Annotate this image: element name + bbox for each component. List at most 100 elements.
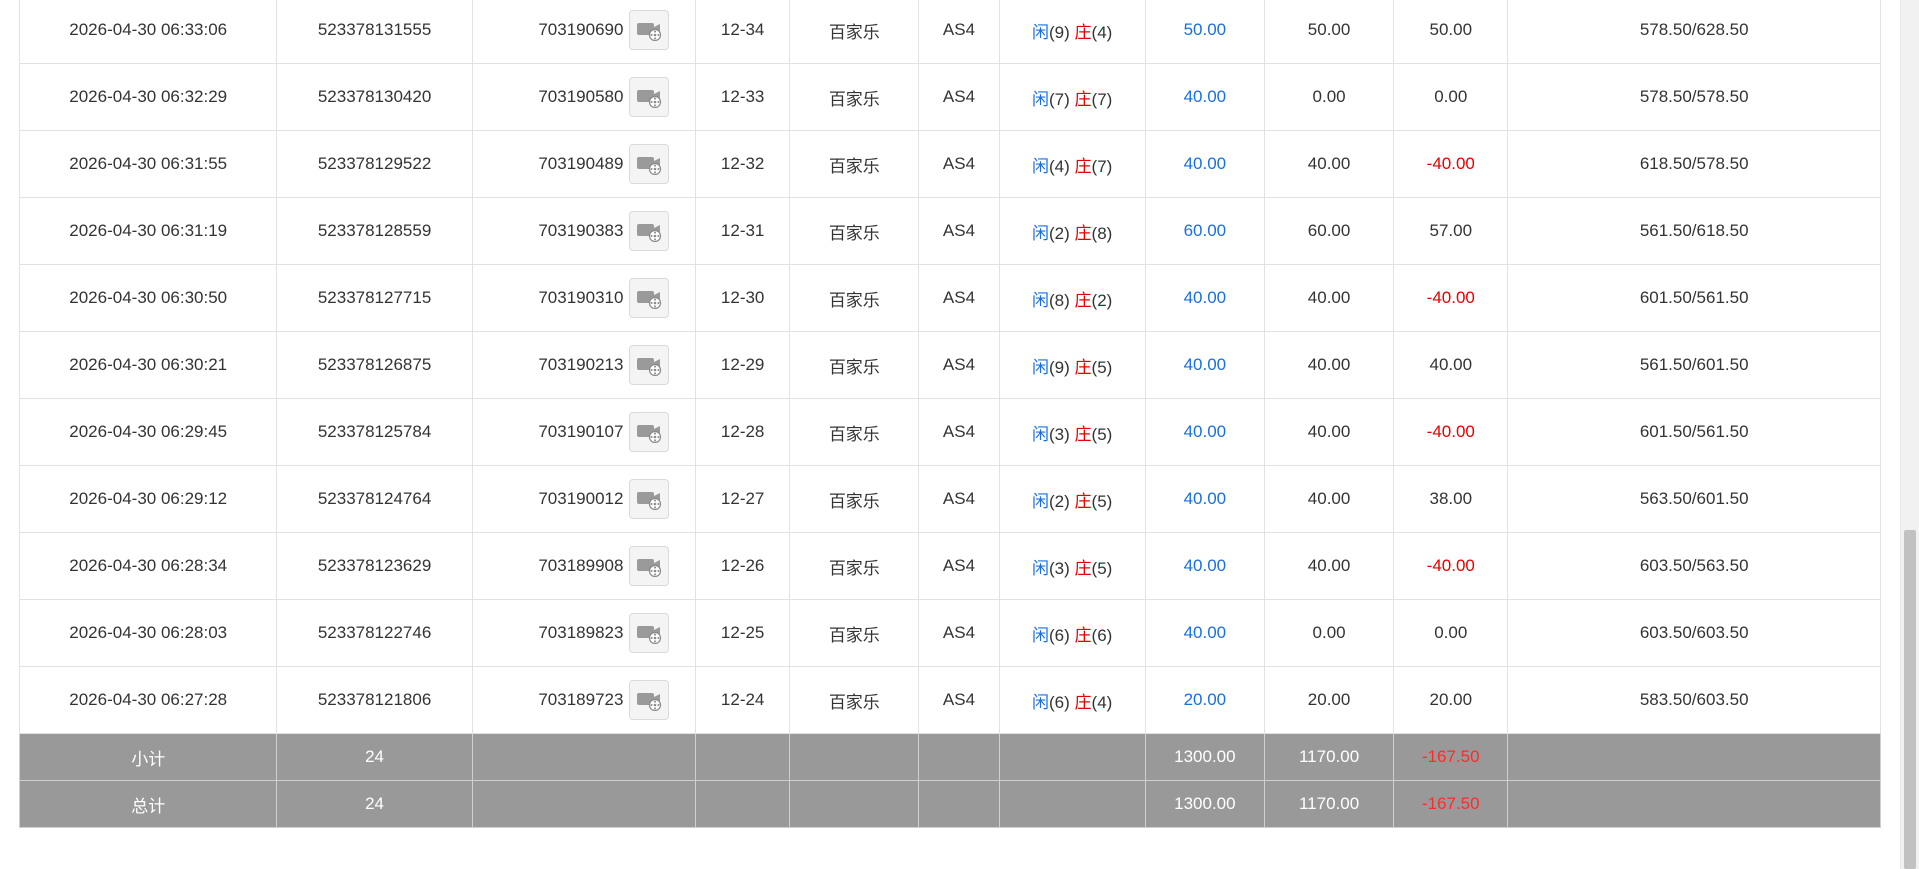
video-replay-icon[interactable] [629, 10, 670, 50]
bet-time: 2026-04-30 06:31:19 [18, 197, 278, 265]
win-loss: 40.00 [1393, 331, 1509, 399]
video-replay-icon-svg [637, 224, 662, 242]
bet-time: 2026-04-30 06:33:06 [18, 0, 278, 64]
subtotal-label: 小计 [18, 733, 278, 781]
banker-point: (5) [1091, 491, 1113, 511]
shoe-round: 12-34 [695, 0, 791, 64]
banker-label: 庄 [1074, 156, 1092, 176]
video-replay-icon[interactable] [629, 680, 670, 720]
banker-label: 庄 [1074, 424, 1092, 444]
video-replay-icon[interactable] [629, 345, 670, 385]
bet-amount: 40.00 [1144, 331, 1265, 399]
win-loss: -40.00 [1393, 264, 1509, 332]
valid-bet: 20.00 [1263, 666, 1395, 734]
subtotal-winloss: -167.50 [1393, 733, 1509, 781]
game-result: 闲(2) 庄(5) [998, 465, 1146, 533]
table-body: 2026-04-30 06:33:06 523378131555 703190690… [18, 0, 1881, 734]
player-label: 闲 [1032, 89, 1050, 109]
player-label: 闲 [1032, 424, 1050, 444]
subtotal-count: 24 [276, 733, 473, 781]
win-loss: -40.00 [1393, 398, 1509, 466]
game-name: 百家乐 [789, 599, 920, 667]
bet-amount: 60.00 [1144, 197, 1265, 265]
video-replay-icon-svg [637, 23, 662, 41]
game-name: 百家乐 [789, 465, 920, 533]
player-point: (2) [1049, 223, 1070, 243]
player-label: 闲 [1032, 290, 1050, 310]
round-number: 703190489 [538, 154, 624, 173]
valid-bet: 40.00 [1263, 465, 1395, 533]
total-winloss: -167.50 [1393, 780, 1509, 828]
bet-time: 2026-04-30 06:28:03 [18, 599, 278, 667]
game-name: 百家乐 [789, 63, 920, 131]
round-cell: 703190580 [471, 63, 697, 131]
scrollbar-thumb[interactable] [1904, 530, 1916, 869]
video-replay-icon[interactable] [629, 613, 670, 653]
player-point: (2) [1049, 491, 1070, 511]
win-loss: 0.00 [1393, 599, 1509, 667]
vertical-scrollbar[interactable] [1900, 0, 1919, 869]
game-name: 百家乐 [789, 666, 920, 734]
balance-change: 578.50/578.50 [1507, 63, 1881, 131]
round-cell: 703189823 [471, 599, 697, 667]
player-label: 闲 [1032, 491, 1050, 511]
valid-bet: 60.00 [1263, 197, 1395, 265]
bet-number: 523378123629 [276, 532, 473, 600]
player-point: (6) [1049, 692, 1070, 712]
video-replay-icon[interactable] [629, 412, 670, 452]
table-row: 2026-04-30 06:33:06 523378131555 703190690… [18, 0, 1881, 64]
table-code: AS4 [918, 331, 1000, 399]
shoe-round: 12-31 [695, 197, 791, 265]
valid-bet: 0.00 [1263, 63, 1395, 131]
shoe-round: 12-25 [695, 599, 791, 667]
game-name: 百家乐 [789, 264, 920, 332]
win-loss: -40.00 [1393, 532, 1509, 600]
table-row: 2026-04-30 06:28:03 523378122746 703189823… [18, 599, 1881, 667]
subtotal-valid: 1170.00 [1263, 733, 1395, 781]
player-label: 闲 [1032, 223, 1050, 243]
total-row: 总计 24 1300.00 1170.00 -167.50 [18, 780, 1881, 828]
shoe-round: 12-26 [695, 532, 791, 600]
video-replay-icon[interactable] [629, 278, 670, 318]
bet-number: 523378129522 [276, 130, 473, 198]
balance-change: 601.50/561.50 [1507, 264, 1881, 332]
banker-label: 庄 [1074, 491, 1092, 511]
win-loss: 57.00 [1393, 197, 1509, 265]
shoe-round: 12-32 [695, 130, 791, 198]
video-replay-icon[interactable] [629, 211, 670, 251]
player-point: (9) [1049, 22, 1070, 42]
round-cell: 703189723 [471, 666, 697, 734]
bet-amount: 40.00 [1144, 264, 1265, 332]
summary-body: 小计 24 1300.00 1170.00 -167.50 总计 24 1300… [18, 733, 1881, 828]
bet-amount: 40.00 [1144, 532, 1265, 600]
video-replay-icon[interactable] [629, 546, 670, 586]
player-label: 闲 [1032, 558, 1050, 578]
banker-label: 庄 [1074, 357, 1092, 377]
table-code: AS4 [918, 398, 1000, 466]
game-result: 闲(6) 庄(4) [998, 666, 1146, 734]
valid-bet: 40.00 [1263, 264, 1395, 332]
bet-time: 2026-04-30 06:31:55 [18, 130, 278, 198]
player-label: 闲 [1032, 156, 1050, 176]
game-result: 闲(4) 庄(7) [998, 130, 1146, 198]
bet-amount: 40.00 [1144, 63, 1265, 131]
banker-point: (7) [1091, 89, 1113, 109]
subtotal-bet: 1300.00 [1144, 733, 1265, 781]
video-replay-icon[interactable] [629, 77, 670, 117]
win-loss: 38.00 [1393, 465, 1509, 533]
banker-point: (2) [1091, 290, 1113, 310]
banker-label: 庄 [1074, 89, 1092, 109]
bet-time: 2026-04-30 06:29:12 [18, 465, 278, 533]
round-number: 703189823 [538, 623, 624, 642]
shoe-round: 12-24 [695, 666, 791, 734]
video-replay-icon[interactable] [629, 479, 670, 519]
game-name: 百家乐 [789, 532, 920, 600]
table-row: 2026-04-30 06:29:45 523378125784 703190107… [18, 398, 1881, 466]
video-replay-icon-svg [637, 626, 662, 644]
banker-point: (5) [1091, 424, 1113, 444]
game-result: 闲(2) 庄(8) [998, 197, 1146, 265]
round-cell: 703190012 [471, 465, 697, 533]
valid-bet: 40.00 [1263, 130, 1395, 198]
bet-amount: 40.00 [1144, 599, 1265, 667]
video-replay-icon[interactable] [629, 144, 670, 184]
